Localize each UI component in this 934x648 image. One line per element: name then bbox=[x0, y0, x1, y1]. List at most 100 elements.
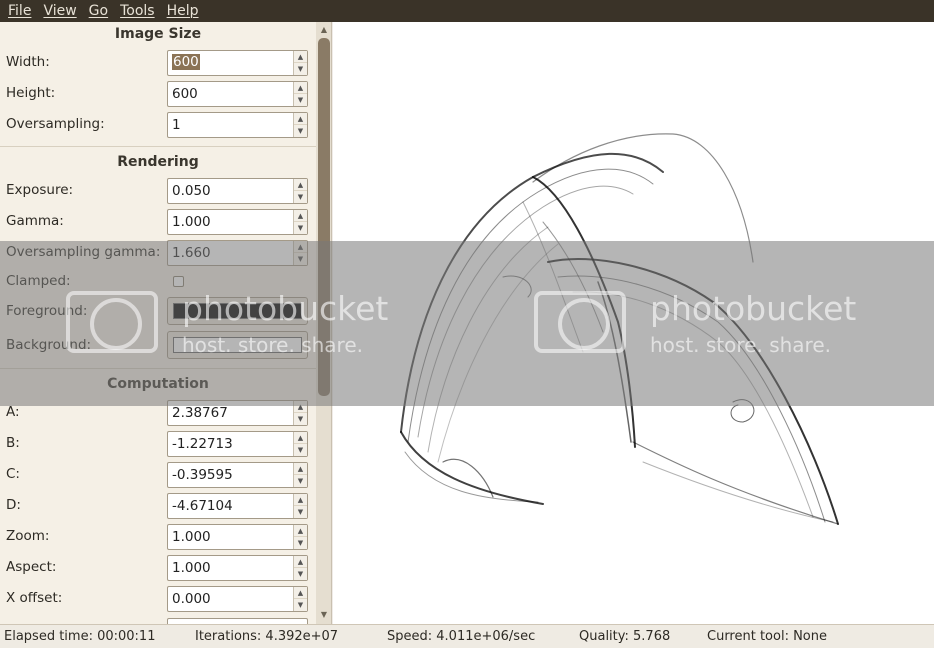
zoom-spin-buttons[interactable]: ▲ ▼ bbox=[293, 525, 307, 549]
gamma-input[interactable] bbox=[168, 210, 294, 234]
a-spinner[interactable]: ▲ ▼ bbox=[167, 400, 308, 426]
x-offset-spin-buttons[interactable]: ▲ ▼ bbox=[293, 587, 307, 611]
spin-down-icon[interactable]: ▼ bbox=[294, 475, 307, 487]
spin-down-icon[interactable]: ▼ bbox=[294, 568, 307, 580]
spin-down-icon[interactable]: ▼ bbox=[294, 537, 307, 549]
b-spinner[interactable]: ▲ ▼ bbox=[167, 431, 308, 457]
d-spin-buttons[interactable]: ▲ ▼ bbox=[293, 494, 307, 518]
spin-up-icon[interactable]: ▲ bbox=[294, 556, 307, 568]
background-swatch bbox=[173, 337, 302, 353]
oversampling-spinner[interactable]: ▲ ▼ bbox=[167, 112, 308, 138]
aspect-input[interactable] bbox=[168, 556, 294, 580]
c-input[interactable] bbox=[168, 463, 294, 487]
width-spinner[interactable]: 600 ▲ ▼ bbox=[167, 50, 308, 76]
a-spin-buttons[interactable]: ▲ ▼ bbox=[293, 401, 307, 425]
d-spinner[interactable]: ▲ ▼ bbox=[167, 493, 308, 519]
section-divider bbox=[0, 146, 316, 147]
background-color-button[interactable] bbox=[167, 331, 308, 359]
c-spin-buttons[interactable]: ▲ ▼ bbox=[293, 463, 307, 487]
oversampling-gamma-spin-buttons[interactable]: ▲ ▼ bbox=[293, 241, 307, 265]
status-elapsed: Elapsed time: 00:00:11 bbox=[4, 629, 156, 644]
height-spinner[interactable]: ▲ ▼ bbox=[167, 81, 308, 107]
zoom-label: Zoom: bbox=[6, 528, 50, 544]
menu-tools[interactable]: Tools bbox=[114, 0, 161, 22]
spin-up-icon[interactable]: ▲ bbox=[294, 525, 307, 537]
spin-down-icon[interactable]: ▼ bbox=[294, 253, 307, 265]
section-title-image-size: Image Size bbox=[114, 26, 202, 42]
exposure-spin-buttons[interactable]: ▲ ▼ bbox=[293, 179, 307, 203]
b-input[interactable] bbox=[168, 432, 294, 456]
spin-down-icon[interactable]: ▼ bbox=[294, 506, 307, 518]
x-offset-spinner[interactable]: ▲ ▼ bbox=[167, 586, 308, 612]
spin-down-icon[interactable]: ▼ bbox=[294, 191, 307, 203]
settings-panel-content: Image Size Width: 600 ▲ ▼ Height: ▲ ▼ Ov… bbox=[0, 22, 316, 624]
exposure-label: Exposure: bbox=[6, 182, 74, 198]
spin-up-icon[interactable]: ▲ bbox=[294, 210, 307, 222]
panel-scrollbar[interactable]: ▲ ▼ bbox=[316, 22, 331, 624]
width-spin-buttons[interactable]: ▲ ▼ bbox=[293, 51, 307, 75]
menu-file[interactable]: File bbox=[2, 0, 37, 22]
menu-go[interactable]: Go bbox=[83, 0, 114, 22]
spin-up-icon[interactable]: ▲ bbox=[294, 432, 307, 444]
exposure-spinner[interactable]: ▲ ▼ bbox=[167, 178, 308, 204]
menu-view[interactable]: View bbox=[37, 0, 82, 22]
spin-down-icon[interactable]: ▼ bbox=[294, 413, 307, 425]
oversampling-input[interactable] bbox=[168, 113, 294, 137]
foreground-swatch bbox=[173, 303, 302, 319]
oversampling-gamma-spinner[interactable]: ▲ ▼ bbox=[167, 240, 308, 266]
zoom-input[interactable] bbox=[168, 525, 294, 549]
zoom-spinner[interactable]: ▲ ▼ bbox=[167, 524, 308, 550]
section-title-computation: Computation bbox=[107, 376, 209, 392]
status-speed: Speed: 4.011e+06/sec bbox=[387, 629, 536, 644]
spin-down-icon[interactable]: ▼ bbox=[294, 599, 307, 611]
spin-up-icon[interactable]: ▲ bbox=[294, 51, 307, 63]
spin-up-icon[interactable]: ▲ bbox=[294, 241, 307, 253]
c-spinner[interactable]: ▲ ▼ bbox=[167, 462, 308, 488]
oversampling-label: Oversampling: bbox=[6, 116, 105, 132]
spin-up-icon[interactable]: ▲ bbox=[294, 82, 307, 94]
scroll-thumb[interactable] bbox=[318, 38, 330, 396]
section-divider bbox=[0, 368, 316, 369]
spin-up-icon[interactable]: ▲ bbox=[294, 179, 307, 191]
spin-down-icon[interactable]: ▼ bbox=[294, 94, 307, 106]
spin-up-icon[interactable]: ▲ bbox=[294, 587, 307, 599]
b-spin-buttons[interactable]: ▲ ▼ bbox=[293, 432, 307, 456]
aspect-spinner[interactable]: ▲ ▼ bbox=[167, 555, 308, 581]
background-label: Background: bbox=[6, 337, 92, 353]
spin-down-icon[interactable]: ▼ bbox=[294, 444, 307, 456]
oversampling-gamma-input[interactable] bbox=[168, 241, 294, 265]
oversampling-gamma-label: Oversampling gamma: bbox=[6, 244, 161, 260]
aspect-spin-buttons[interactable]: ▲ ▼ bbox=[293, 556, 307, 580]
render-canvas[interactable] bbox=[333, 22, 934, 624]
spin-down-icon[interactable]: ▼ bbox=[294, 222, 307, 234]
spin-down-icon[interactable]: ▼ bbox=[294, 125, 307, 137]
gamma-spinner[interactable]: ▲ ▼ bbox=[167, 209, 308, 235]
scroll-up-icon[interactable]: ▲ bbox=[318, 24, 330, 36]
oversampling-spin-buttons[interactable]: ▲ ▼ bbox=[293, 113, 307, 137]
spin-up-icon[interactable]: ▲ bbox=[294, 494, 307, 506]
menubar: File View Go Tools Help bbox=[0, 0, 934, 22]
foreground-color-button[interactable] bbox=[167, 297, 308, 325]
aspect-label: Aspect: bbox=[6, 559, 57, 575]
menu-help[interactable]: Help bbox=[161, 0, 205, 22]
c-label: C: bbox=[6, 466, 20, 482]
b-label: B: bbox=[6, 435, 20, 451]
attractor-image bbox=[400, 133, 839, 525]
clamped-checkbox[interactable] bbox=[173, 276, 184, 287]
status-current-tool: Current tool: None bbox=[707, 629, 828, 644]
gamma-spin-buttons[interactable]: ▲ ▼ bbox=[293, 210, 307, 234]
x-offset-input[interactable] bbox=[168, 587, 294, 611]
scroll-down-icon[interactable]: ▼ bbox=[318, 609, 330, 621]
height-input[interactable] bbox=[168, 82, 294, 106]
d-input[interactable] bbox=[168, 494, 294, 518]
a-input[interactable] bbox=[168, 401, 294, 425]
height-label: Height: bbox=[6, 85, 56, 101]
spin-up-icon[interactable]: ▲ bbox=[294, 113, 307, 125]
spin-down-icon[interactable]: ▼ bbox=[294, 63, 307, 75]
height-spin-buttons[interactable]: ▲ ▼ bbox=[293, 82, 307, 106]
spin-up-icon[interactable]: ▲ bbox=[294, 401, 307, 413]
status-quality: Quality: 5.768 bbox=[579, 629, 671, 644]
exposure-input[interactable] bbox=[168, 179, 294, 203]
width-value[interactable]: 600 bbox=[172, 54, 200, 70]
spin-up-icon[interactable]: ▲ bbox=[294, 463, 307, 475]
